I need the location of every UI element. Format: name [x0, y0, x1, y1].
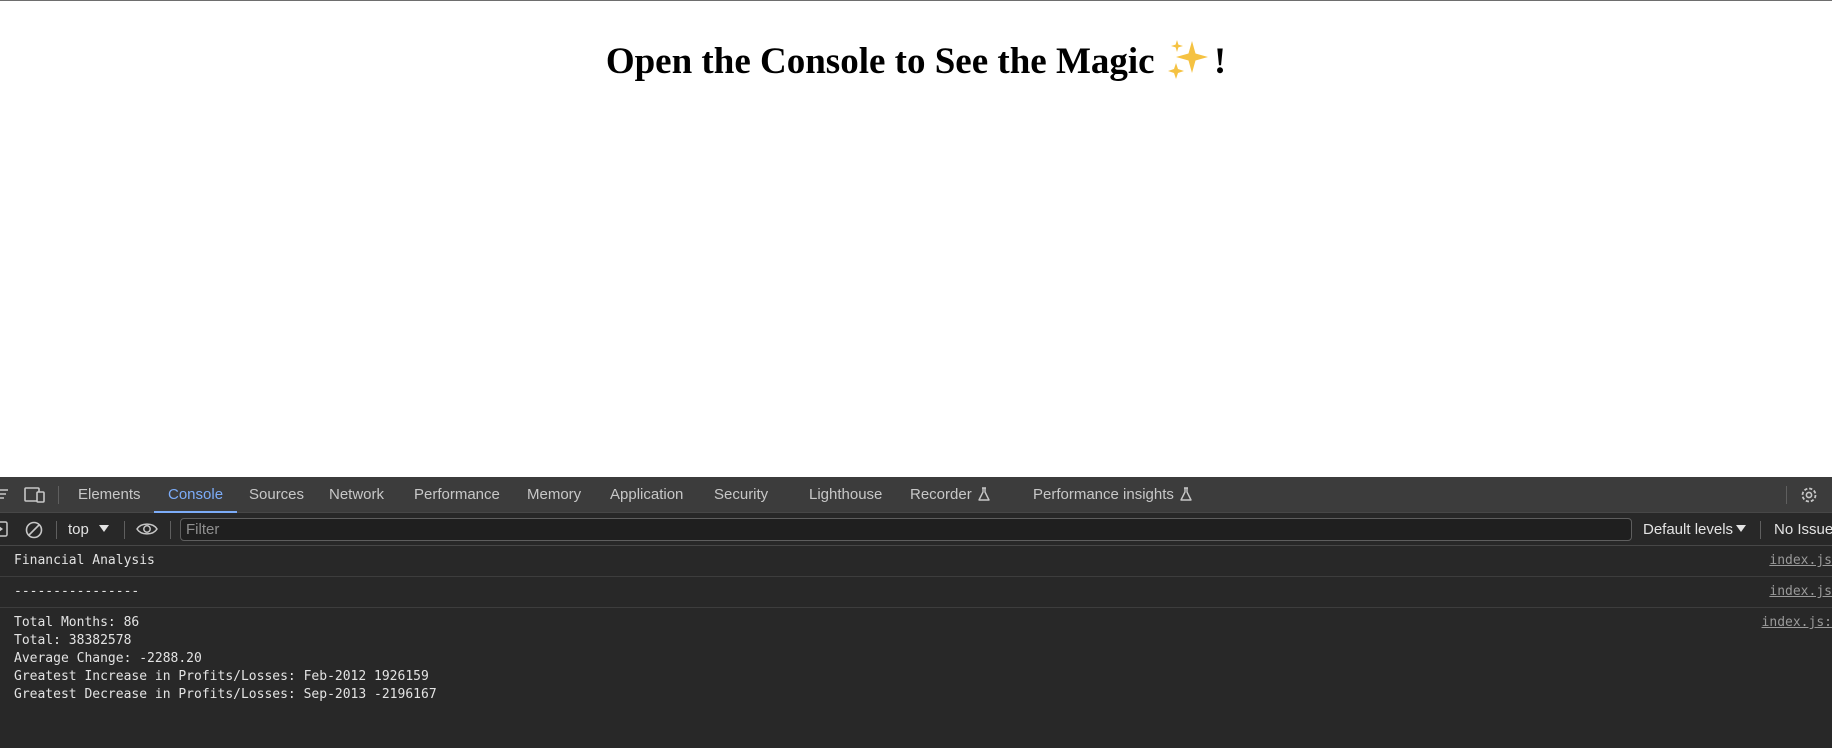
- clear-console-icon[interactable]: [25, 521, 43, 539]
- console-output: Financial Analysis index.js ------------…: [0, 546, 1832, 748]
- tab-lighthouse[interactable]: Lighthouse: [809, 477, 882, 513]
- tab-performance[interactable]: Performance: [414, 477, 500, 513]
- tab-elements[interactable]: Elements: [78, 477, 141, 513]
- page-title-text: Open the Console to See the Magic: [605, 41, 1155, 82]
- tab-console[interactable]: Console: [153, 477, 238, 513]
- toolbar-divider: [1760, 521, 1761, 539]
- issues-counter[interactable]: No Issues: [1774, 513, 1832, 546]
- total-line: Total: 38382578: [14, 633, 132, 648]
- console-source-link[interactable]: index.js: [1769, 552, 1832, 570]
- tab-memory[interactable]: Memory: [527, 477, 581, 513]
- console-message: ---------------- index.js: [0, 577, 1832, 608]
- tab-sources[interactable]: Sources: [249, 477, 304, 513]
- toolbar-divider: [58, 486, 59, 504]
- dropdown-arrow-icon: [98, 525, 109, 532]
- tab-recorder[interactable]: Recorder: [910, 477, 990, 513]
- console-toolbar: top Default levels No Issues: [0, 513, 1832, 546]
- experimental-flask-icon: [1180, 487, 1192, 501]
- toolbar-divider: [56, 521, 57, 539]
- greatest-increase-line: Greatest Increase in Profits/Losses: Feb…: [14, 669, 429, 684]
- eye-icon[interactable]: [136, 521, 158, 537]
- devtools-tabbar: Elements Console Sources Network Perform…: [0, 477, 1832, 513]
- console-message: Total Months: 86 Total: 38382578 Average…: [0, 608, 1832, 710]
- page-title: Open the Console to See the Magic !: [0, 37, 1832, 84]
- toolbar-divider: [170, 521, 171, 539]
- tab-recorder-label: Recorder: [910, 486, 972, 503]
- context-selector[interactable]: top: [68, 513, 109, 546]
- log-levels-label: Default levels: [1643, 521, 1734, 538]
- tab-performance-insights[interactable]: Performance insights: [1033, 477, 1192, 513]
- tab-performance-insights-label: Performance insights: [1033, 486, 1174, 503]
- console-source-link[interactable]: index.js: [1769, 583, 1832, 601]
- greatest-decrease-line: Greatest Decrease in Profits/Losses: Sep…: [14, 687, 437, 702]
- gear-icon[interactable]: [1799, 485, 1819, 505]
- console-message: Financial Analysis index.js: [0, 546, 1832, 577]
- devtools-panel: Elements Console Sources Network Perform…: [0, 477, 1832, 748]
- tab-network[interactable]: Network: [329, 477, 384, 513]
- experimental-flask-icon: [978, 487, 990, 501]
- tab-application[interactable]: Application: [610, 477, 683, 513]
- total-months-line: Total Months: 86: [14, 615, 140, 630]
- web-page: Open the Console to See the Magic !: [0, 0, 1832, 477]
- inspect-element-icon[interactable]: [0, 486, 10, 504]
- console-message-text: ----------------: [14, 584, 140, 599]
- page-title-suffix: !: [1213, 41, 1227, 82]
- toolbar-divider: [124, 521, 125, 539]
- average-change-line: Average Change: -2288.20: [14, 651, 202, 666]
- dropdown-arrow-icon: [1736, 525, 1747, 532]
- filter-input[interactable]: [180, 518, 1632, 541]
- tab-security[interactable]: Security: [714, 477, 768, 513]
- sparkles-icon: [1167, 40, 1208, 79]
- context-selector-value: top: [68, 521, 89, 538]
- device-toolbar-icon[interactable]: [24, 486, 46, 504]
- console-source-link[interactable]: index.js:: [1762, 614, 1832, 632]
- log-levels-dropdown[interactable]: Default levels: [1643, 513, 1747, 546]
- sidebar-toggle-icon[interactable]: [0, 521, 9, 538]
- toolbar-divider: [1786, 486, 1787, 504]
- console-message-text: Financial Analysis: [14, 553, 155, 568]
